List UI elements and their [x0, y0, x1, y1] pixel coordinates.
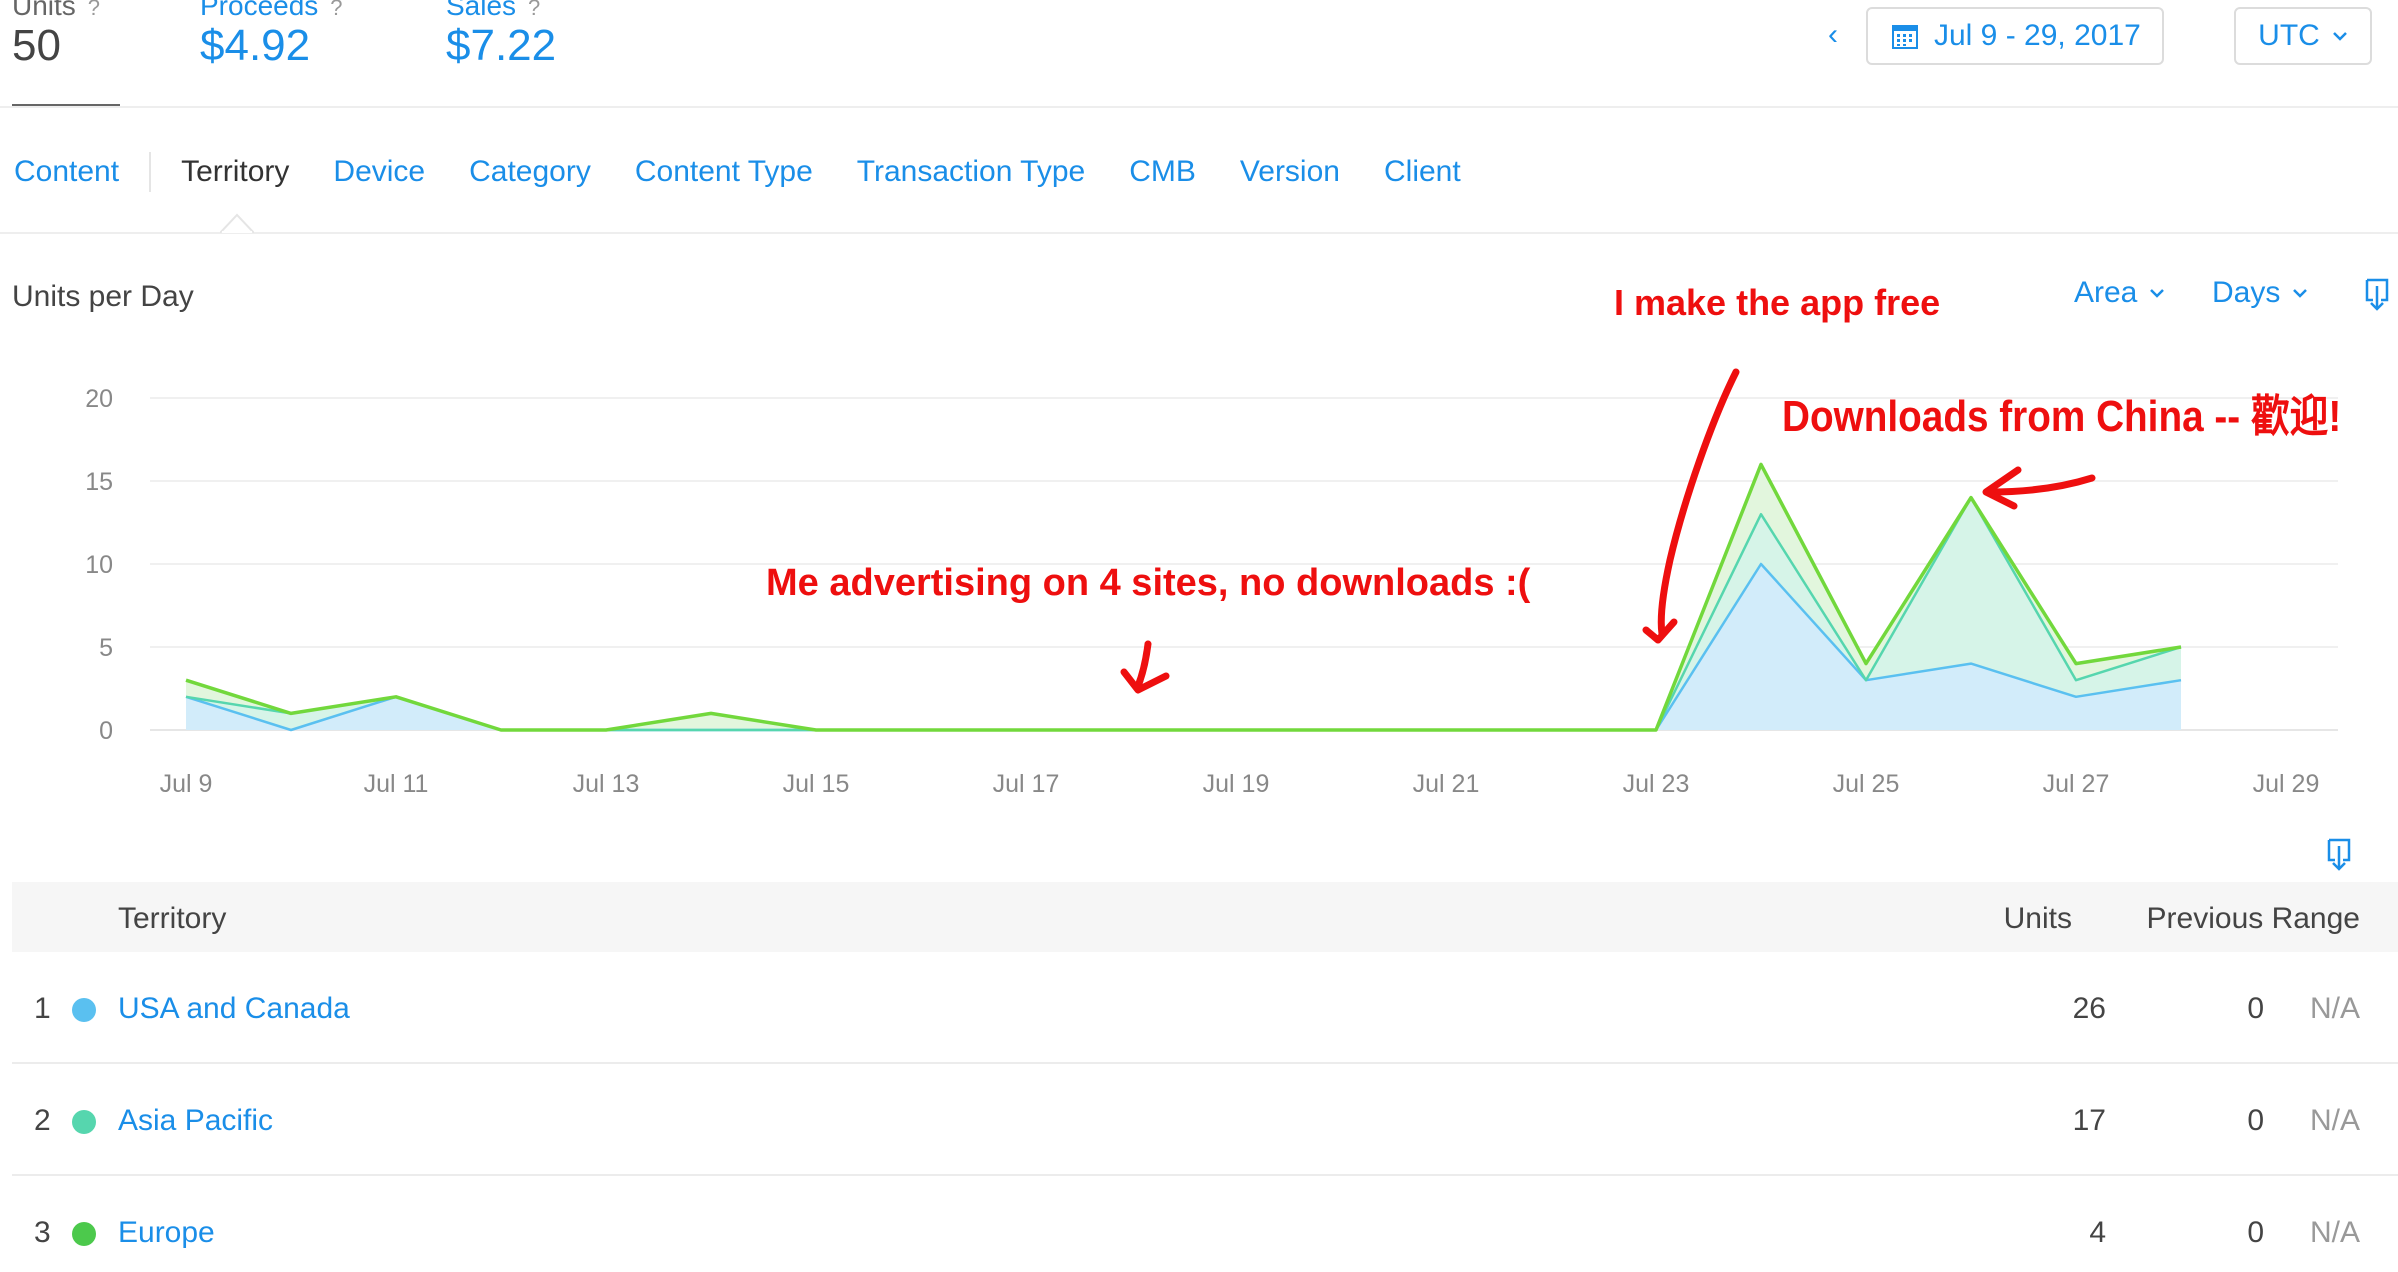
row-rank: 2	[34, 1104, 51, 1137]
row-rank: 1	[34, 992, 51, 1025]
row-change: N/A	[2309, 992, 2360, 1025]
row-change: N/A	[2309, 1216, 2360, 1249]
territory-link[interactable]: Asia Pacific	[118, 1104, 273, 1138]
legend-dot	[72, 998, 96, 1022]
arrow-ads	[1134, 640, 1152, 690]
column-header-previous-range[interactable]: Previous Range	[2147, 902, 2360, 936]
table-row: 1 USA and Canada 26 0 N/A	[12, 954, 2398, 1064]
arrow-free	[1657, 368, 1740, 638]
row-previous: 0	[2247, 1216, 2264, 1249]
row-units: 26	[2072, 992, 2106, 1025]
territory-link[interactable]: USA and Canada	[118, 992, 350, 1026]
territory-link[interactable]: Europe	[118, 1216, 215, 1250]
legend-dot	[72, 1110, 96, 1134]
row-rank: 3	[34, 1216, 51, 1249]
row-units: 17	[2072, 1104, 2106, 1137]
territory-table-header: Territory Units Previous Range	[12, 882, 2398, 952]
download-icon[interactable]	[2326, 838, 2352, 872]
row-units: 4	[2089, 1216, 2106, 1249]
table-row: 3 Europe 4 0 N/A	[12, 1178, 2398, 1272]
column-header-territory[interactable]: Territory	[118, 902, 226, 936]
row-previous: 0	[2247, 992, 2264, 1025]
table-row: 2 Asia Pacific 17 0 N/A	[12, 1066, 2398, 1176]
column-header-units[interactable]: Units	[2004, 902, 2072, 936]
row-previous: 0	[2247, 1104, 2264, 1137]
legend-dot	[72, 1222, 96, 1246]
row-change: N/A	[2309, 1104, 2360, 1137]
